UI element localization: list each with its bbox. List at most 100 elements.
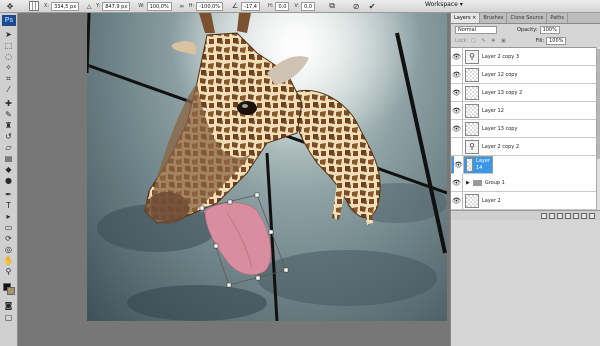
w-label: W: (138, 3, 145, 9)
tab-paths[interactable]: Paths (547, 13, 568, 23)
fill-label: Fill: (535, 37, 545, 44)
layer-mask-icon[interactable] (557, 212, 563, 219)
link-icon[interactable]: ∞ (177, 1, 187, 11)
x-label: X: (44, 3, 50, 9)
delete-layer-icon[interactable] (589, 212, 595, 219)
layer-group-row[interactable]: 👁 ▶ Group 1 (451, 173, 596, 192)
lock-icons[interactable]: □ ✎ ✥ ▣ (471, 38, 508, 44)
visibility-eye-icon[interactable]: 👁 (451, 173, 463, 192)
workspace-menu[interactable]: Workspace ▾ (425, 1, 463, 8)
layers-scrollbar[interactable] (596, 47, 600, 210)
layer-row[interactable]: 👁 Layer 2 (451, 191, 596, 210)
y-label: Y: (96, 3, 101, 9)
visibility-eye-icon[interactable]: 👁 (451, 119, 463, 138)
folder-icon (472, 179, 482, 186)
eyedropper-tool-icon[interactable]: ⁄ (3, 85, 14, 94)
visibility-eye-icon[interactable]: 👁 (451, 65, 463, 84)
layer-name: Layer 13 copy (482, 125, 518, 132)
pen-tool-icon[interactable]: ✒ (3, 190, 14, 199)
move-tool-icon[interactable]: ➤ (3, 30, 14, 39)
reference-point-icon[interactable] (29, 1, 39, 11)
background-color-swatch[interactable] (7, 287, 15, 295)
opacity-label: Opacity: (517, 26, 538, 33)
commit-transform-icon[interactable]: ✔ (367, 1, 377, 11)
layer-row[interactable]: 👁 Layer 13 copy 2 (451, 83, 596, 102)
layer-row[interactable]: 👁 Layer 12 copy (451, 65, 596, 84)
crop-tool-icon[interactable]: ⌗ (3, 74, 14, 83)
lock-label: Lock: (455, 37, 469, 44)
blur-tool-icon[interactable]: ◆ (3, 165, 14, 174)
warp-icon[interactable]: ⧉ (327, 1, 337, 11)
type-tool-icon[interactable]: T (3, 201, 14, 210)
history-brush-tool-icon[interactable]: ↺ (3, 132, 14, 141)
hskew-field[interactable]: 0,0 (275, 1, 290, 11)
opacity-field[interactable]: 100% (539, 25, 560, 34)
vskew-label: V: (294, 3, 300, 9)
height-field[interactable]: -100,0% (196, 1, 224, 11)
hskew-label: H: (267, 3, 274, 9)
hand-tool-icon[interactable]: ✋ (3, 256, 14, 265)
relative-position-icon[interactable]: △ (84, 1, 94, 11)
layer-thumbnail (465, 158, 474, 172)
stamp-tool-icon[interactable]: ♜ (3, 121, 14, 130)
layer-name: Layer 2 copy 2 (482, 143, 520, 150)
layer-thumbnail (465, 85, 479, 100)
cancel-transform-icon[interactable]: ⊘ (351, 1, 361, 11)
photo-composition (87, 13, 447, 321)
width-field[interactable]: 100,0% (146, 1, 172, 11)
dodge-tool-icon[interactable]: ● (3, 176, 14, 185)
shape-tool-icon[interactable]: ▭ (3, 223, 14, 232)
blend-row: Normal Opacity: 100% (451, 24, 600, 35)
gradient-tool-icon[interactable]: ▤ (3, 154, 14, 163)
tab-brushes[interactable]: Brushes (480, 13, 508, 23)
lasso-tool-icon[interactable]: ◌ (3, 52, 14, 61)
vskew-field[interactable]: 0,0 (301, 1, 316, 11)
layers-list: 👁 ⚲ Layer 2 copy 3 👁 Layer 12 copy 👁 Lay… (451, 47, 596, 210)
tab-layers[interactable]: Layers × (451, 13, 481, 23)
brush-tool-icon[interactable]: ✎ (3, 110, 14, 119)
layer-row[interactable]: ⚲ Layer 2 copy 2 (451, 137, 596, 156)
quick-mask-icon[interactable]: ◙ (3, 301, 14, 310)
layer-name: Group 1 (484, 179, 505, 186)
new-layer-icon[interactable] (581, 212, 587, 219)
3d-orbit-tool-icon[interactable]: ◎ (3, 245, 14, 254)
layer-thumbnail: ⚲ (465, 49, 479, 64)
magic-wand-tool-icon[interactable]: ✧ (3, 63, 14, 72)
blend-mode-select[interactable]: Normal (455, 25, 497, 34)
visibility-eye-icon[interactable]: 👁 (451, 83, 463, 102)
visibility-toggle-empty[interactable] (451, 137, 463, 156)
3d-rotate-tool-icon[interactable]: ⟳ (3, 234, 14, 243)
app-badge: Ps (2, 15, 16, 26)
layer-row[interactable]: 👁 ⚲ Layer 2 copy 3 (451, 48, 596, 66)
transform-tool-icon[interactable]: ✥ (5, 1, 15, 11)
document-canvas[interactable] (87, 13, 447, 321)
screen-mode-icon[interactable]: ▢ (3, 313, 14, 322)
visibility-eye-icon[interactable]: 👁 (454, 156, 464, 174)
link-layers-icon[interactable] (541, 212, 547, 219)
layers-panel: Layers × Brushes Clone Source Paths Norm… (450, 13, 600, 346)
visibility-eye-icon[interactable]: 👁 (451, 48, 463, 66)
layer-thumbnail (465, 121, 479, 136)
y-field[interactable]: 847,9 px (102, 1, 131, 11)
options-bar: ✥ X: 334,5 px △ Y: 847,9 px W: 100,0% ∞ H: -… (0, 0, 600, 13)
eraser-tool-icon[interactable]: ▱ (3, 143, 14, 152)
x-field[interactable]: 334,5 px (51, 1, 80, 11)
visibility-eye-icon[interactable]: 👁 (451, 101, 463, 120)
healing-tool-icon[interactable]: ✚ (3, 99, 14, 108)
marquee-tool-icon[interactable]: ⬚ (3, 41, 14, 50)
layer-row-selected[interactable]: 👁 Layer 14 (451, 156, 493, 174)
layers-footer (451, 210, 600, 220)
lock-row: Lock: □ ✎ ✥ ▣ Fill: 100% (451, 35, 600, 46)
layer-row[interactable]: 👁 Layer 13 copy (451, 119, 596, 138)
expand-triangle-icon[interactable]: ▶ (466, 180, 470, 186)
adjustment-layer-icon[interactable] (565, 212, 571, 219)
layer-style-icon[interactable] (549, 212, 555, 219)
path-selection-tool-icon[interactable]: ▸ (3, 212, 14, 221)
layer-row[interactable]: 👁 Layer 12 (451, 101, 596, 120)
fill-field[interactable]: 100% (546, 36, 567, 45)
tab-clone-source[interactable]: Clone Source (507, 13, 548, 23)
new-group-icon[interactable] (573, 212, 579, 219)
visibility-eye-icon[interactable]: 👁 (451, 191, 463, 210)
zoom-tool-icon[interactable]: ⚲ (3, 267, 14, 276)
angle-field[interactable]: -17,4 (241, 1, 260, 11)
